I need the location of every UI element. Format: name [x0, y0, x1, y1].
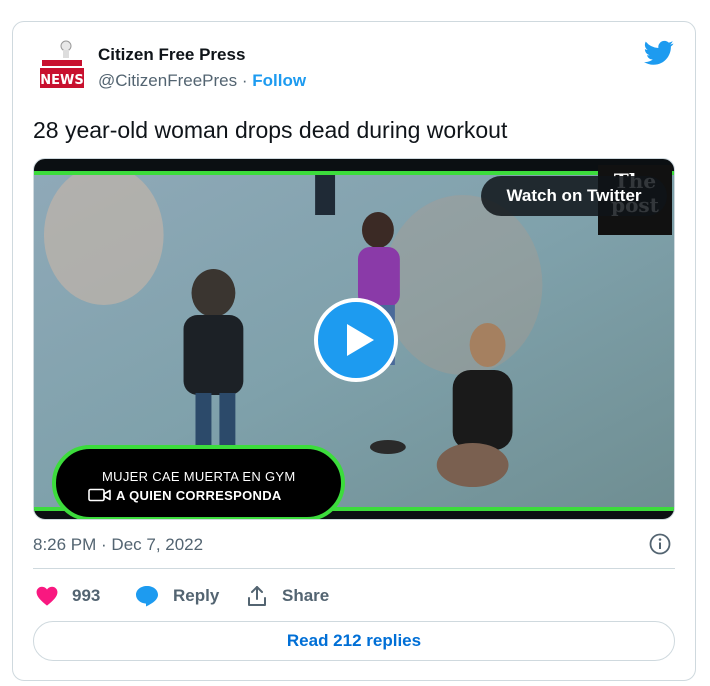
info-icon[interactable] — [649, 533, 671, 555]
divider — [33, 568, 675, 569]
author-block: Citizen Free Press @CitizenFreePres · Fo… — [98, 44, 306, 92]
read-replies-button[interactable]: Read 212 replies — [33, 621, 675, 661]
like-count: 993 — [72, 586, 101, 605]
twitter-bird-icon[interactable] — [644, 40, 674, 66]
watch-on-twitter-button[interactable]: Watch on Twitter — [481, 176, 667, 216]
caption-line-2: A QUIEN CORRESPONDA — [116, 488, 282, 503]
play-icon — [347, 324, 374, 356]
like-button[interactable]: 993 — [36, 584, 100, 608]
play-button[interactable] — [314, 298, 398, 382]
reply-label: Reply — [173, 586, 220, 605]
share-button[interactable]: Share — [246, 584, 329, 608]
avatar[interactable]: NEWS — [36, 38, 88, 96]
author-handle-line: @CitizenFreePres · Follow — [98, 70, 306, 92]
author-name[interactable]: Citizen Free Press — [98, 44, 306, 66]
caption-line-1: MUJER CAE MUERTA EN GYM — [102, 469, 296, 484]
share-label: Share — [282, 586, 330, 605]
author-handle[interactable]: @CitizenFreePres — [98, 71, 237, 90]
avatar-logo-text: NEWS — [40, 73, 83, 88]
video-caption-overlay: MUJER CAE MUERTA EN GYM A QUIEN CORRESPO… — [52, 445, 345, 519]
reply-button[interactable]: Reply — [135, 584, 219, 608]
follow-link[interactable]: Follow — [252, 71, 306, 90]
handle-separator: · — [241, 71, 248, 90]
video-player[interactable]: The post Watch on Twitter MUJER CAE MUER… — [33, 158, 675, 520]
video-camera-icon — [88, 488, 111, 502]
tweet-text: 28 year-old woman drops dead during work… — [33, 117, 508, 143]
heart-icon — [36, 586, 58, 606]
share-upload-icon — [248, 586, 266, 606]
speech-bubble-icon — [136, 586, 158, 607]
tweet-timestamp[interactable]: 8:26 PM · Dec 7, 2022 — [33, 533, 203, 557]
